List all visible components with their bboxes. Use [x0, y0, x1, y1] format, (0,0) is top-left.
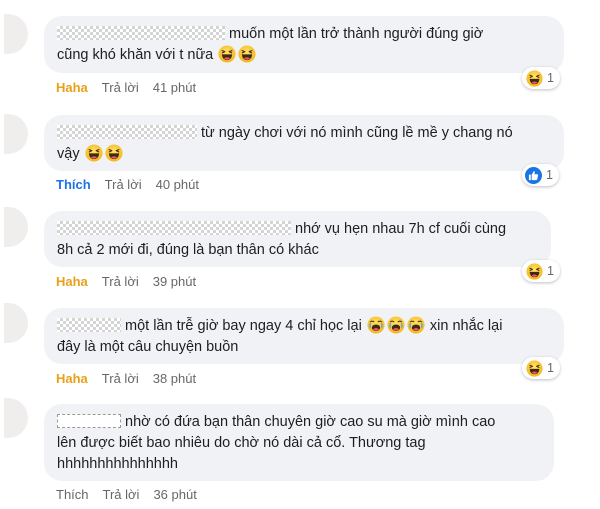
- comment-text-line-2: đây là một câu chuyện buồn: [57, 339, 239, 355]
- reaction-count-badge[interactable]: 1: [522, 67, 560, 89]
- reply-link[interactable]: Trả lời: [103, 487, 140, 502]
- comment-bubble: nhờ có đứa bạn thân chuyên giờ cao su mà…: [44, 404, 554, 481]
- comment-text: từ ngày chơi với nó mình cũng lề mề y ch…: [57, 123, 552, 144]
- like-thumb-icon: [525, 166, 542, 184]
- reply-link[interactable]: Trả lời: [102, 274, 139, 289]
- reaction-link[interactable]: Haha: [56, 274, 88, 289]
- redacted-name[interactable]: [57, 26, 225, 40]
- comment-bubble: muốn một lần trở thành người đúng giờ cũ…: [44, 16, 564, 73]
- reply-link[interactable]: Trả lời: [102, 371, 139, 386]
- haha-emoji-icon: [526, 70, 543, 87]
- comment-bubble: một lần trễ giờ bay ngay 4 chỉ học lại x…: [44, 308, 564, 364]
- reaction-count: 1: [547, 264, 554, 278]
- avatar[interactable]: [4, 398, 28, 438]
- timestamp[interactable]: 38 phút: [153, 371, 196, 386]
- reaction-count: 1: [546, 168, 553, 182]
- redacted-name[interactable]: [57, 125, 197, 139]
- crying-emoji-icon: [367, 316, 385, 334]
- comment-text: lên được biết bao nhiêu do chờ nó dài cả…: [57, 433, 542, 454]
- comment-text-line-2: lên được biết bao nhiêu do chờ nó dài cả…: [57, 435, 426, 451]
- reaction-count-badge[interactable]: 1: [522, 260, 560, 282]
- redacted-name[interactable]: [57, 221, 291, 235]
- laughing-emoji-icon: [85, 144, 103, 162]
- comment-actions: Thích Trả lời 36 phút: [56, 487, 197, 502]
- comment-text-line-3: hhhhhhhhhhhhhhh: [57, 456, 178, 472]
- comment-bubble: nhớ vụ hẹn nhau 7h cf cuối cùng 8h cả 2 …: [44, 211, 551, 267]
- reaction-count: 1: [547, 361, 554, 375]
- laughing-emoji-icon: [238, 45, 256, 63]
- avatar[interactable]: [4, 303, 28, 343]
- reaction-count: 1: [547, 71, 554, 85]
- comment-text-line-1: từ ngày chơi với nó mình cũng lề mề y ch…: [201, 125, 513, 141]
- reply-link[interactable]: Trả lời: [105, 177, 142, 192]
- crying-emoji-icon: [407, 316, 425, 334]
- comment-text-line-2: vậy: [57, 146, 80, 162]
- comment-text-line-1a: một lần trễ giờ bay ngay 4 chỉ học lại: [125, 318, 362, 334]
- comment-text-line-1b: xin nhắc lại: [429, 318, 503, 334]
- comment-text: đây là một câu chuyện buồn: [57, 337, 552, 358]
- comment-text: muốn một lần trở thành người đúng giờ: [57, 24, 552, 45]
- avatar[interactable]: [4, 14, 28, 54]
- comment-text-line-2: cũng khó khăn với t nữa: [57, 47, 214, 63]
- comment-text-line-1: nhờ có đứa bạn thân chuyên giờ cao su mà…: [125, 414, 496, 430]
- comment-actions: Haha Trả lời 41 phút: [56, 80, 196, 95]
- comment-text: cũng khó khăn với t nữa: [57, 45, 552, 66]
- reaction-link[interactable]: Thích: [56, 487, 89, 502]
- comment-text: một lần trễ giờ bay ngay 4 chỉ học lại x…: [57, 316, 552, 337]
- comment-text: nhớ vụ hẹn nhau 7h cf cuối cùng: [57, 219, 539, 240]
- timestamp[interactable]: 41 phút: [153, 80, 196, 95]
- reaction-link[interactable]: Haha: [56, 371, 88, 386]
- redacted-name[interactable]: [57, 318, 121, 332]
- crying-emoji-icon: [387, 316, 405, 334]
- comment-text-line-2: 8h cả 2 mới đi, đúng là bạn thân có khác: [57, 242, 319, 258]
- comment-text: 8h cả 2 mới đi, đúng là bạn thân có khác: [57, 240, 539, 261]
- comment-text: vậy: [57, 144, 552, 165]
- timestamp[interactable]: 40 phút: [156, 177, 199, 192]
- reaction-link[interactable]: Thích: [56, 177, 91, 192]
- reaction-link[interactable]: Haha: [56, 80, 88, 95]
- comment-text-line-1: muốn một lần trở thành người đúng giờ: [229, 26, 484, 42]
- laughing-emoji-icon: [105, 144, 123, 162]
- reaction-count-badge[interactable]: 1: [522, 357, 560, 379]
- comment-text-line-1: nhớ vụ hẹn nhau 7h cf cuối cùng: [295, 221, 507, 237]
- laughing-emoji-icon: [218, 45, 236, 63]
- avatar[interactable]: [4, 114, 28, 154]
- timestamp[interactable]: 39 phút: [153, 274, 196, 289]
- comment-text: nhờ có đứa bạn thân chuyên giờ cao su mà…: [57, 412, 542, 433]
- comment-actions: Haha Trả lời 39 phút: [56, 274, 196, 289]
- reply-link[interactable]: Trả lời: [102, 80, 139, 95]
- comment-text: hhhhhhhhhhhhhhh: [57, 454, 542, 475]
- comment-actions: Haha Trả lời 38 phút: [56, 371, 196, 386]
- timestamp[interactable]: 36 phút: [153, 487, 196, 502]
- comment-bubble: từ ngày chơi với nó mình cũng lề mề y ch…: [44, 115, 564, 171]
- avatar[interactable]: [4, 207, 28, 247]
- redacted-name[interactable]: [57, 414, 121, 428]
- reaction-count-badge[interactable]: 1: [522, 164, 559, 186]
- comment-actions: Thích Trả lời 40 phút: [56, 177, 199, 192]
- haha-emoji-icon: [526, 263, 543, 280]
- haha-emoji-icon: [526, 360, 543, 377]
